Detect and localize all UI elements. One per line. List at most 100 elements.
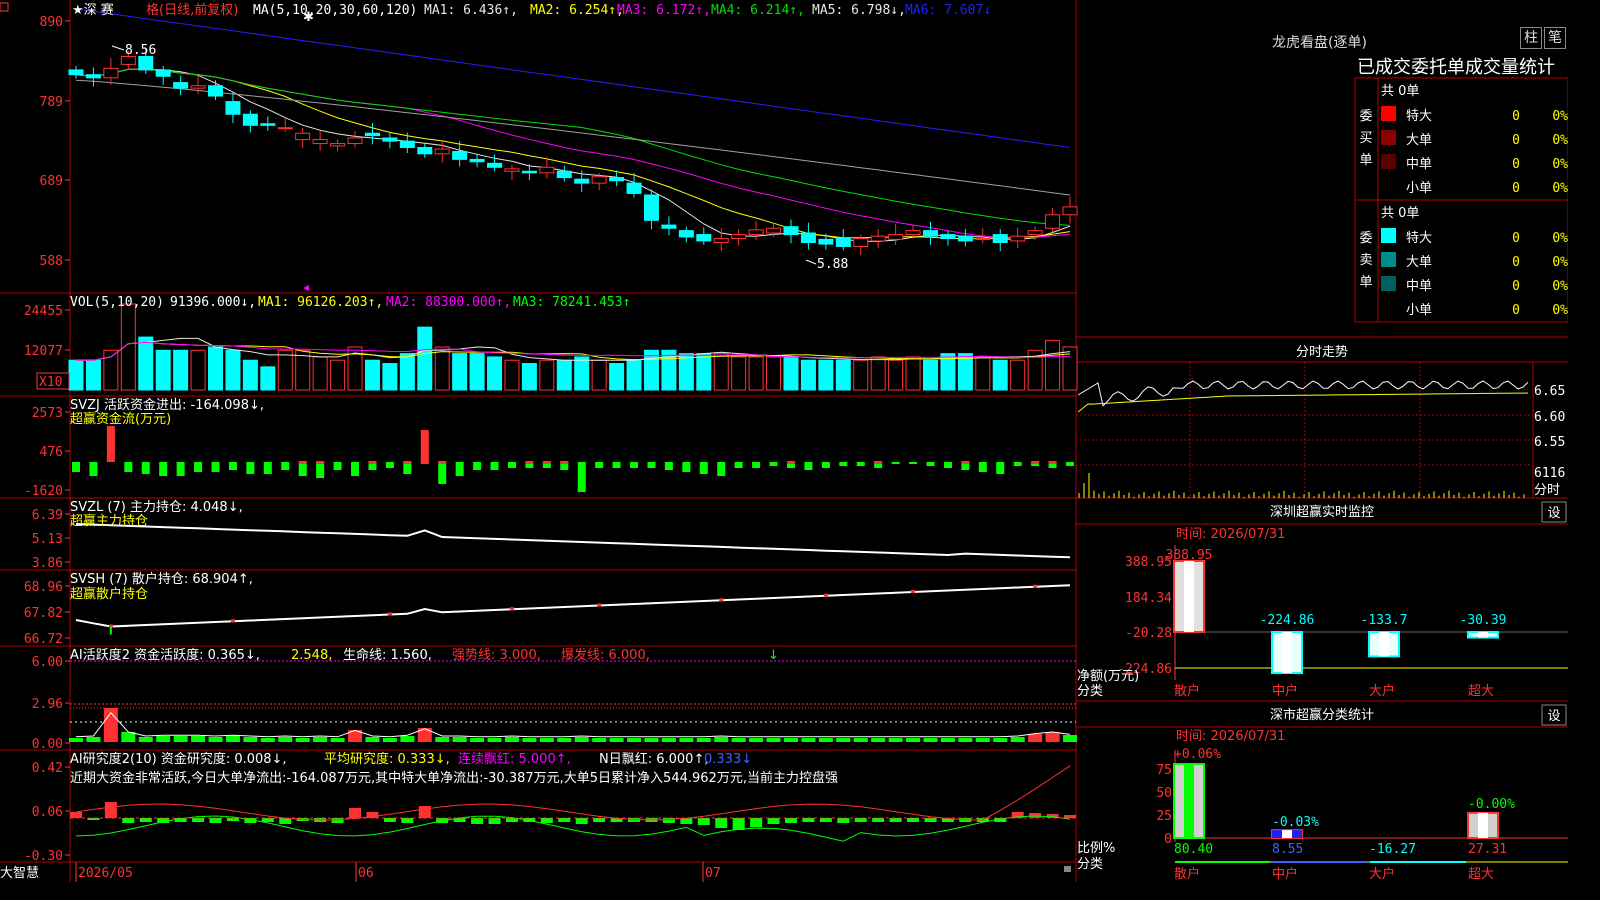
tick-view-button[interactable]: 笔 bbox=[1544, 27, 1566, 49]
ai-activity-axis-label: 2.96 bbox=[32, 697, 63, 712]
classify-category: 大户 bbox=[1369, 866, 1395, 882]
retail-holding-dot bbox=[387, 612, 392, 616]
candle-body bbox=[138, 55, 154, 71]
activity-bar bbox=[1028, 734, 1043, 742]
activity-bar bbox=[295, 738, 310, 742]
retail-holding-dot bbox=[823, 593, 828, 597]
monitor-y-label: -20.28 bbox=[1125, 626, 1172, 641]
candle-body bbox=[591, 176, 607, 184]
sell-row-label: 大单 bbox=[1406, 255, 1432, 270]
volume-bar bbox=[591, 359, 607, 391]
fund-flow-bar bbox=[263, 462, 272, 474]
candle-body bbox=[800, 232, 816, 243]
volume-bar bbox=[242, 359, 258, 391]
period-label: 格(日线,前复权) bbox=[146, 2, 238, 18]
monitor-setting-label: 设 bbox=[1547, 506, 1560, 521]
ma-value-MA4: MA4: 6.214↑, bbox=[711, 3, 805, 18]
fund-flow-bar bbox=[124, 462, 133, 472]
activity-bar bbox=[382, 738, 397, 742]
volume-bar bbox=[1062, 346, 1078, 391]
activity-bar bbox=[225, 736, 240, 742]
activity-bar bbox=[330, 738, 345, 742]
intraday-price-label: 6.55 bbox=[1534, 435, 1565, 450]
buy-row-pct: 0% bbox=[1552, 181, 1568, 196]
activity-bar bbox=[69, 738, 83, 742]
candle-body bbox=[452, 150, 468, 160]
candle-body bbox=[1010, 235, 1026, 242]
volume-bar bbox=[312, 356, 328, 391]
buy-row-count: 0 bbox=[1512, 181, 1520, 196]
activity-bar bbox=[783, 738, 798, 742]
activity-bar bbox=[400, 736, 415, 742]
svsh-title: SVSH (7) 散户持仓: 68.904↑, bbox=[70, 571, 253, 587]
date-axis-label: 07 bbox=[705, 866, 721, 881]
ai-research-axis-label: 0.06 bbox=[32, 805, 63, 820]
activity-bar bbox=[278, 737, 293, 742]
candle-body bbox=[696, 234, 712, 242]
candle-body bbox=[975, 238, 991, 241]
column-view-button[interactable]: 柱 bbox=[1520, 27, 1542, 49]
sell-side-label: 委 bbox=[1359, 231, 1372, 246]
fund-flow-tick bbox=[525, 461, 534, 464]
monitor-bar-highlight bbox=[1379, 632, 1389, 657]
volume-bar bbox=[399, 353, 415, 391]
vol-value-MA2: MA2: 88300.000↑, bbox=[386, 295, 511, 310]
research-bar bbox=[383, 818, 396, 822]
volume-bar bbox=[609, 363, 625, 391]
activity-bar bbox=[993, 738, 1008, 742]
classify-ylabel: 比例% bbox=[1077, 841, 1115, 856]
research-bar bbox=[558, 818, 571, 822]
fund-flow-bar bbox=[106, 426, 115, 462]
volume-bar bbox=[1010, 359, 1026, 391]
volume-bar bbox=[731, 356, 747, 391]
volume-bar bbox=[992, 359, 1008, 391]
candle-body bbox=[1027, 230, 1043, 236]
volume-bar bbox=[957, 353, 973, 391]
activity-bar bbox=[679, 738, 694, 742]
svzj-subtitle: 超赢资金流(万元) bbox=[70, 411, 171, 427]
fund-flow-bar bbox=[507, 462, 516, 468]
classify-value-label: 27.31 bbox=[1468, 842, 1507, 857]
candle-body bbox=[940, 234, 956, 240]
retail-holding-dot bbox=[911, 590, 916, 593]
buy-side-label: 单 bbox=[1359, 153, 1372, 168]
activity-bar bbox=[592, 738, 607, 742]
candle-body bbox=[277, 127, 293, 130]
fund-flow-bar bbox=[385, 462, 394, 468]
fund-flow-tick bbox=[542, 461, 551, 464]
volume-bar bbox=[539, 359, 555, 391]
research-bar bbox=[819, 818, 832, 822]
intraday-price-label: 6.60 bbox=[1534, 410, 1565, 425]
monitor-category: 中户 bbox=[1272, 683, 1298, 699]
fund-flow-bar bbox=[228, 462, 237, 470]
volume-bar bbox=[504, 359, 520, 391]
activity-bar bbox=[836, 738, 851, 742]
candle-body bbox=[504, 168, 520, 172]
activity-bar bbox=[138, 737, 153, 742]
buy-row-label: 小单 bbox=[1406, 181, 1432, 196]
candle-body bbox=[364, 132, 380, 137]
buy-row-count: 0 bbox=[1512, 157, 1520, 172]
monitor-value-label: -133.7 bbox=[1361, 613, 1408, 628]
ai-activity-axis-label: 0.00 bbox=[32, 737, 63, 752]
volume-bar bbox=[783, 356, 799, 391]
vol-unit-label: X10 bbox=[39, 375, 62, 390]
fund-flow-bar bbox=[1066, 462, 1074, 466]
research-bar bbox=[1029, 813, 1042, 818]
classify-bar-stripe bbox=[1478, 812, 1488, 838]
activity-bar bbox=[644, 738, 659, 742]
vol-value-vol: 91396.000↓, bbox=[170, 295, 256, 310]
fund-flow-bar bbox=[159, 462, 168, 476]
fund-flow-tick bbox=[1048, 461, 1057, 464]
sell-swatch bbox=[1381, 252, 1396, 267]
stock-chart-area[interactable]: 8907896895888.565.88✱★深 赛 格(日线,前复权) MA(5,… bbox=[0, 0, 1568, 882]
fund-flow-bar bbox=[72, 462, 80, 472]
fund-flow-tick bbox=[298, 461, 307, 464]
activity-bar bbox=[1045, 732, 1060, 742]
activity-bar bbox=[452, 737, 467, 742]
activity-bar bbox=[208, 737, 223, 742]
volume-bar bbox=[208, 346, 224, 391]
candle-body bbox=[173, 82, 189, 89]
volume-bar bbox=[870, 356, 886, 391]
fund-flow-bar bbox=[821, 462, 830, 468]
